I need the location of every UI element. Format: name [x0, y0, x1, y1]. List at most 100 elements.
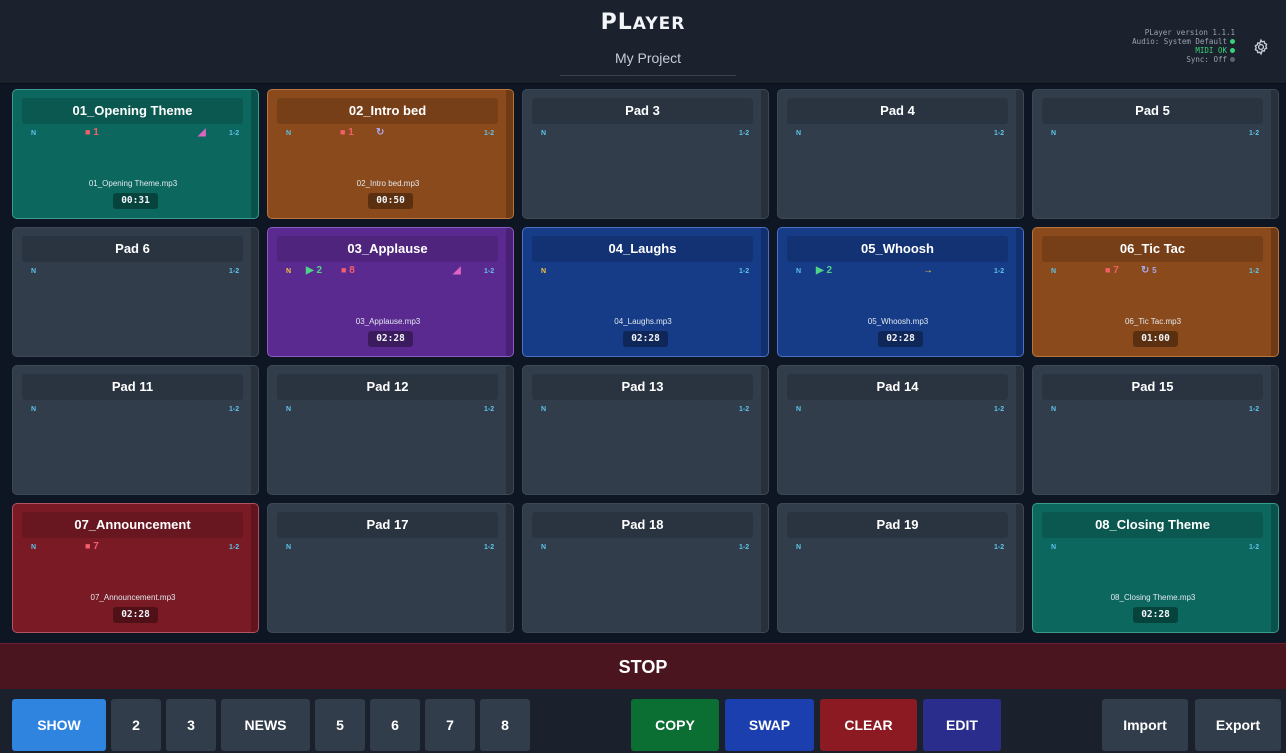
- pad[interactable]: Pad 3 N 1-2: [522, 89, 769, 219]
- pad-channel-label: 1-2: [1249, 544, 1260, 551]
- play-count: 2: [826, 265, 833, 276]
- pad[interactable]: 06_Tic Tac N 1-2 ■ 7 ↻ 5 06_Tic Tac.mp3 01:00: [1032, 227, 1279, 357]
- pad-mode-label: N: [31, 406, 37, 413]
- stop-square-icon: ■: [340, 127, 346, 137]
- pad-file-name: 02_Intro bed.mp3: [356, 179, 420, 188]
- stop-indicator: ■ 7: [1105, 265, 1119, 276]
- pad-duration: 02:28: [368, 331, 413, 347]
- clear-button[interactable]: CLEAR: [820, 699, 917, 751]
- pad-scrollbar[interactable]: [1016, 504, 1023, 632]
- app-logo: PLAYER: [600, 10, 686, 35]
- gear-icon[interactable]: [1252, 38, 1270, 56]
- pad-scrollbar[interactable]: [1271, 504, 1278, 632]
- bank-tab-6[interactable]: 6: [370, 699, 420, 751]
- pad[interactable]: 08_Closing Theme N 1-2 08_Closing Theme.mp3…: [1032, 503, 1279, 633]
- pad-channel-label: 1-2: [739, 130, 750, 137]
- version-text: PLayer version 1.1.1: [1144, 28, 1235, 37]
- pad-scrollbar[interactable]: [1016, 366, 1023, 494]
- pad[interactable]: 04_Laughs N 1-2 04_Laughs.mp3 02:28: [522, 227, 769, 357]
- pad-title: Pad 6: [22, 236, 243, 262]
- pad-scrollbar[interactable]: [761, 90, 768, 218]
- pad[interactable]: Pad 4 N 1-2: [777, 89, 1024, 219]
- pad-mode-label: N: [796, 544, 802, 551]
- pad-channel-label: 1-2: [1249, 130, 1260, 137]
- bank-tab-2[interactable]: 2: [111, 699, 161, 751]
- pad-scrollbar[interactable]: [251, 504, 258, 632]
- pad[interactable]: Pad 15 N 1-2: [1032, 365, 1279, 495]
- stop-indicator: ■ 7: [85, 541, 99, 552]
- pad-mode-label: N: [286, 544, 292, 551]
- pad[interactable]: Pad 12 N 1-2: [267, 365, 514, 495]
- pad-channel-label: 1-2: [1249, 268, 1260, 275]
- pad-channel-label: 1-2: [739, 544, 750, 551]
- pad[interactable]: Pad 17 N 1-2: [267, 503, 514, 633]
- pad-scrollbar[interactable]: [761, 366, 768, 494]
- pad-title: Pad 11: [22, 374, 243, 400]
- pad[interactable]: 07_Announcement N 1-2 ■ 7 07_Announcement.mp…: [12, 503, 259, 633]
- pad[interactable]: 02_Intro bed N 1-2 ■ 1 ↻ 02_Intro bed.mp3 00:…: [267, 89, 514, 219]
- export-button[interactable]: Export: [1195, 699, 1281, 751]
- pad[interactable]: Pad 11 N 1-2: [12, 365, 259, 495]
- pad[interactable]: Pad 19 N 1-2: [777, 503, 1024, 633]
- pad-title: Pad 18: [532, 512, 753, 538]
- pad[interactable]: 01_Opening Theme N 1-2 ■ 1 ◢ 01_Opening Theme…: [12, 89, 259, 219]
- bottom-bar: SHOW 2 3 NEWS 5 6 7 8 COPY SWAP CLEAR ED…: [0, 689, 1286, 753]
- pad-scrollbar[interactable]: [1271, 228, 1278, 356]
- pad-scrollbar[interactable]: [1271, 366, 1278, 494]
- bank-tab-8[interactable]: 8: [480, 699, 530, 751]
- pad-scrollbar[interactable]: [1016, 228, 1023, 356]
- pad-mode-label: N: [796, 406, 802, 413]
- pad-grid: 01_Opening Theme N 1-2 ■ 1 ◢ 01_Opening Theme…: [12, 89, 1282, 635]
- pad-scrollbar[interactable]: [506, 504, 513, 632]
- stop-button[interactable]: STOP: [0, 643, 1286, 689]
- pad-mode-label: N: [286, 268, 292, 275]
- copy-button[interactable]: COPY: [631, 699, 719, 751]
- pad[interactable]: 05_Whoosh N 1-2 ▶ 2 → 05_Whoosh.mp3 02:28: [777, 227, 1024, 357]
- pad-scrollbar[interactable]: [251, 366, 258, 494]
- next-arrow-icon: →: [923, 265, 933, 276]
- pad[interactable]: Pad 14 N 1-2: [777, 365, 1024, 495]
- import-button[interactable]: Import: [1102, 699, 1188, 751]
- pad-scrollbar[interactable]: [251, 228, 258, 356]
- pad-channel-label: 1-2: [484, 544, 495, 551]
- swap-button[interactable]: SWAP: [725, 699, 814, 751]
- pad-file-name: 03_Applause.mp3: [355, 317, 421, 326]
- pad-scrollbar[interactable]: [506, 228, 513, 356]
- loop-icon: ↻: [376, 127, 385, 138]
- pad[interactable]: Pad 13 N 1-2: [522, 365, 769, 495]
- sync-status: Sync: Off: [1132, 55, 1235, 64]
- loop-indicator: ↻ 5: [1141, 265, 1157, 276]
- bank-tab-3[interactable]: 3: [166, 699, 216, 751]
- pad-scrollbar[interactable]: [761, 228, 768, 356]
- edit-button[interactable]: EDIT: [923, 699, 1001, 751]
- pad-title: Pad 3: [532, 98, 753, 124]
- pad-title: Pad 5: [1042, 98, 1263, 124]
- bank-tab-news[interactable]: NEWS: [221, 699, 310, 751]
- pad-title: Pad 13: [532, 374, 753, 400]
- pad[interactable]: Pad 6 N 1-2: [12, 227, 259, 357]
- stop-indicator: ■ 1: [85, 127, 99, 138]
- pad-scrollbar[interactable]: [251, 90, 258, 218]
- pad-channel-label: 1-2: [229, 406, 240, 413]
- fade-icon: ◢: [198, 127, 206, 138]
- pad-title: 02_Intro bed: [277, 98, 498, 124]
- pad-title: Pad 12: [277, 374, 498, 400]
- play-triangle-icon: ▶: [306, 265, 314, 276]
- pad-channel-label: 1-2: [994, 130, 1005, 137]
- bank-tab-show[interactable]: SHOW: [12, 699, 106, 751]
- pad-scrollbar[interactable]: [1271, 90, 1278, 218]
- pad[interactable]: 03_Applause N 1-2 ▶ 2 ■ 8 ◢ 03_Applause.mp3 02:…: [267, 227, 514, 357]
- pad[interactable]: Pad 5 N 1-2: [1032, 89, 1279, 219]
- play-triangle-icon: ▶: [816, 265, 824, 276]
- pad-duration: 02:28: [623, 331, 668, 347]
- bank-tab-7[interactable]: 7: [425, 699, 475, 751]
- stop-square-icon: ■: [85, 541, 91, 551]
- bank-tab-5[interactable]: 5: [315, 699, 365, 751]
- pad-scrollbar[interactable]: [761, 504, 768, 632]
- project-name-field[interactable]: My Project: [560, 50, 736, 76]
- pad-scrollbar[interactable]: [1016, 90, 1023, 218]
- pad[interactable]: Pad 18 N 1-2: [522, 503, 769, 633]
- stop-indicator: ■ 8: [341, 265, 355, 276]
- pad-scrollbar[interactable]: [506, 90, 513, 218]
- pad-scrollbar[interactable]: [506, 366, 513, 494]
